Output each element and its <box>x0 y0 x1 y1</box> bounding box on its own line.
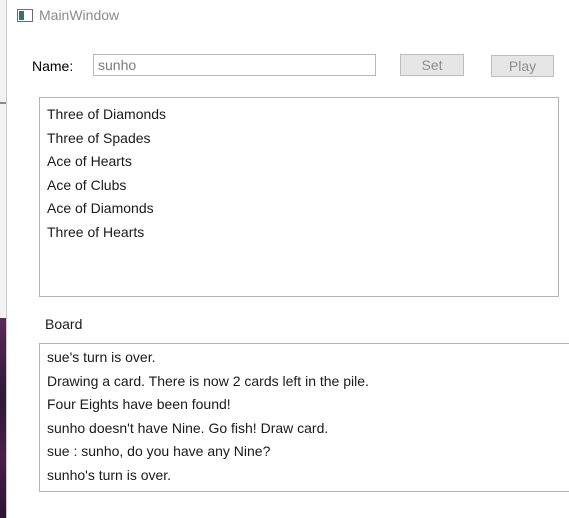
board-label: Board <box>45 316 83 332</box>
window-app-icon <box>17 9 33 22</box>
hand-list-item[interactable]: Three of Diamonds <box>40 103 558 127</box>
screen: MainWindow Name: Set Play Three of Diamo… <box>0 0 569 518</box>
board-message[interactable]: sue : sunho, do you have any Nine? <box>40 440 569 464</box>
board-message[interactable]: sue's turn is over. <box>40 346 569 370</box>
hand-list-item[interactable]: Three of Spades <box>40 127 558 151</box>
hand-list-item[interactable]: Ace of Diamonds <box>40 197 558 221</box>
name-label: Name: <box>32 58 74 74</box>
board-message[interactable]: sunho doesn't have Nine. Go fish! Draw c… <box>40 417 569 441</box>
main-window: MainWindow Name: Set Play Three of Diamo… <box>6 0 569 518</box>
name-input[interactable] <box>93 54 376 76</box>
play-button[interactable]: Play <box>491 55 554 77</box>
hand-list-item[interactable]: Ace of Clubs <box>40 174 558 198</box>
hand-list-item[interactable]: Three of Hearts <box>40 221 558 245</box>
board-message[interactable]: sunho's turn is over. <box>40 464 569 488</box>
hand-listbox[interactable]: Three of Diamonds Three of Spades Ace of… <box>39 97 559 297</box>
board-message[interactable]: Drawing a card. There is now 2 cards lef… <box>40 370 569 394</box>
window-title: MainWindow <box>39 7 120 23</box>
title-bar[interactable]: MainWindow <box>7 0 569 32</box>
board-listbox[interactable]: sue's turn is over. Drawing a card. Ther… <box>39 343 569 492</box>
set-button[interactable]: Set <box>400 54 464 76</box>
board-message[interactable]: Four Eights have been found! <box>40 393 569 417</box>
hand-list-item[interactable]: Ace of Hearts <box>40 150 558 174</box>
